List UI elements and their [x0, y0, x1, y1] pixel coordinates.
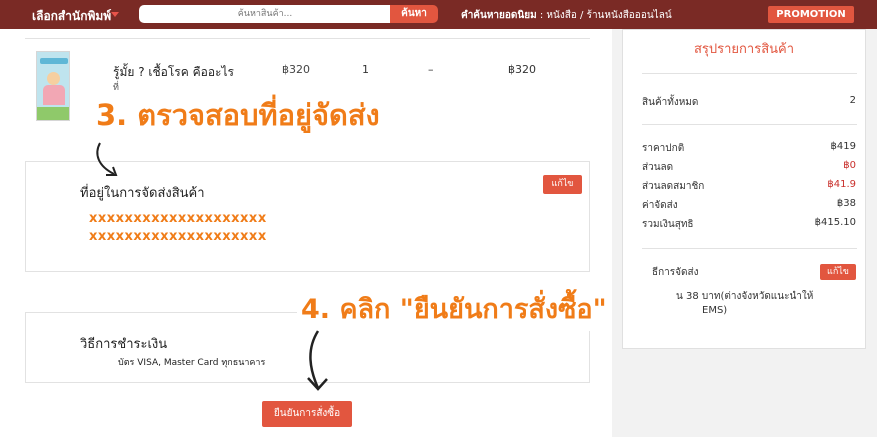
search-box	[139, 5, 391, 23]
summary-row-label: ราคาปกติ	[642, 143, 685, 154]
search-button[interactable]: ค้นหา	[390, 5, 438, 23]
divider	[25, 38, 590, 39]
divider	[642, 248, 857, 249]
summary-row-value: ฿419	[830, 141, 856, 152]
popular-links[interactable]: : หนังสือ / ร้านหนังสือออนไลน์	[540, 10, 672, 21]
divider	[642, 124, 857, 125]
summary-row-label: ส่วนลด	[642, 162, 674, 173]
shipping-method-detail: น 38 บาท(ต่างจังหวัดแนะนำให้ EMS)	[676, 291, 814, 316]
summary-row-label: ค่าจัดส่ง	[642, 200, 678, 211]
divider	[642, 73, 857, 74]
popular-label: คำค้นหายอดนิยม	[461, 10, 537, 21]
annotation-arrow-icon	[307, 330, 328, 391]
shipping-address-title: ที่อยู่ในการจัดส่งสินค้า	[80, 186, 205, 201]
summary-item-count: 2	[849, 95, 856, 106]
shipping-method-label: ธีการจัดส่ง	[652, 267, 699, 278]
product-subtitle: ที่	[113, 83, 119, 93]
address-line-2: xxxxxxxxxxxxxxxxxxxx	[89, 229, 267, 244]
summary-row-label: ส่วนลดสมาชิก	[642, 181, 705, 192]
summary-row-value: ฿38	[836, 198, 856, 209]
publisher-select[interactable]: เลือกสำนักพิมพ์	[32, 7, 111, 26]
address-line-1: xxxxxxxxxxxxxxxxxxxx	[89, 211, 267, 226]
annotation-step-3: 3. ตรวจสอบที่อยู่จัดส่ง	[92, 94, 384, 136]
product-name[interactable]: รู้มั้ย ? เชื้อโรค คืออะไร	[113, 63, 234, 82]
product-discount: –	[428, 63, 434, 76]
product-price: ฿320	[282, 63, 310, 76]
confirm-order-button[interactable]: ยืนยันการสั่งซื้อ	[262, 401, 352, 427]
summary-row-value: ฿0	[843, 160, 856, 171]
summary-item-count-label: สินค้าทั้งหมด	[642, 97, 699, 108]
annotation-arrow-icon	[96, 142, 118, 176]
summary-title: สรุปรายการสินค้า	[693, 42, 795, 57]
product-total: ฿320	[508, 63, 536, 76]
payment-method-title: วิธีการชำระเงิน	[80, 337, 168, 352]
top-navigation-bar	[0, 0, 877, 29]
product-thumbnail[interactable]	[36, 51, 70, 121]
summary-row-value: ฿415.10	[814, 217, 856, 228]
popular-searches: คำค้นหายอดนิยม : หนังสือ / ร้านหนังสือออ…	[461, 8, 672, 23]
edit-address-button[interactable]: แก้ไข	[543, 175, 582, 194]
summary-row-label: รวมเงินสุทธิ	[642, 219, 694, 230]
summary-row-value: ฿41.9	[827, 179, 856, 190]
annotation-step-4: 4. คลิก "ยืนยันการสั่งซื้อ"	[297, 289, 611, 331]
promotion-button[interactable]: PROMOTION	[768, 6, 854, 23]
search-input[interactable]	[139, 5, 391, 23]
chevron-down-icon[interactable]	[111, 12, 119, 17]
edit-shipping-button[interactable]: แก้ไข	[820, 264, 856, 280]
payment-method-description: บัตร VISA, Master Card ทุกธนาคาร	[118, 358, 266, 368]
product-quantity: 1	[362, 63, 369, 76]
